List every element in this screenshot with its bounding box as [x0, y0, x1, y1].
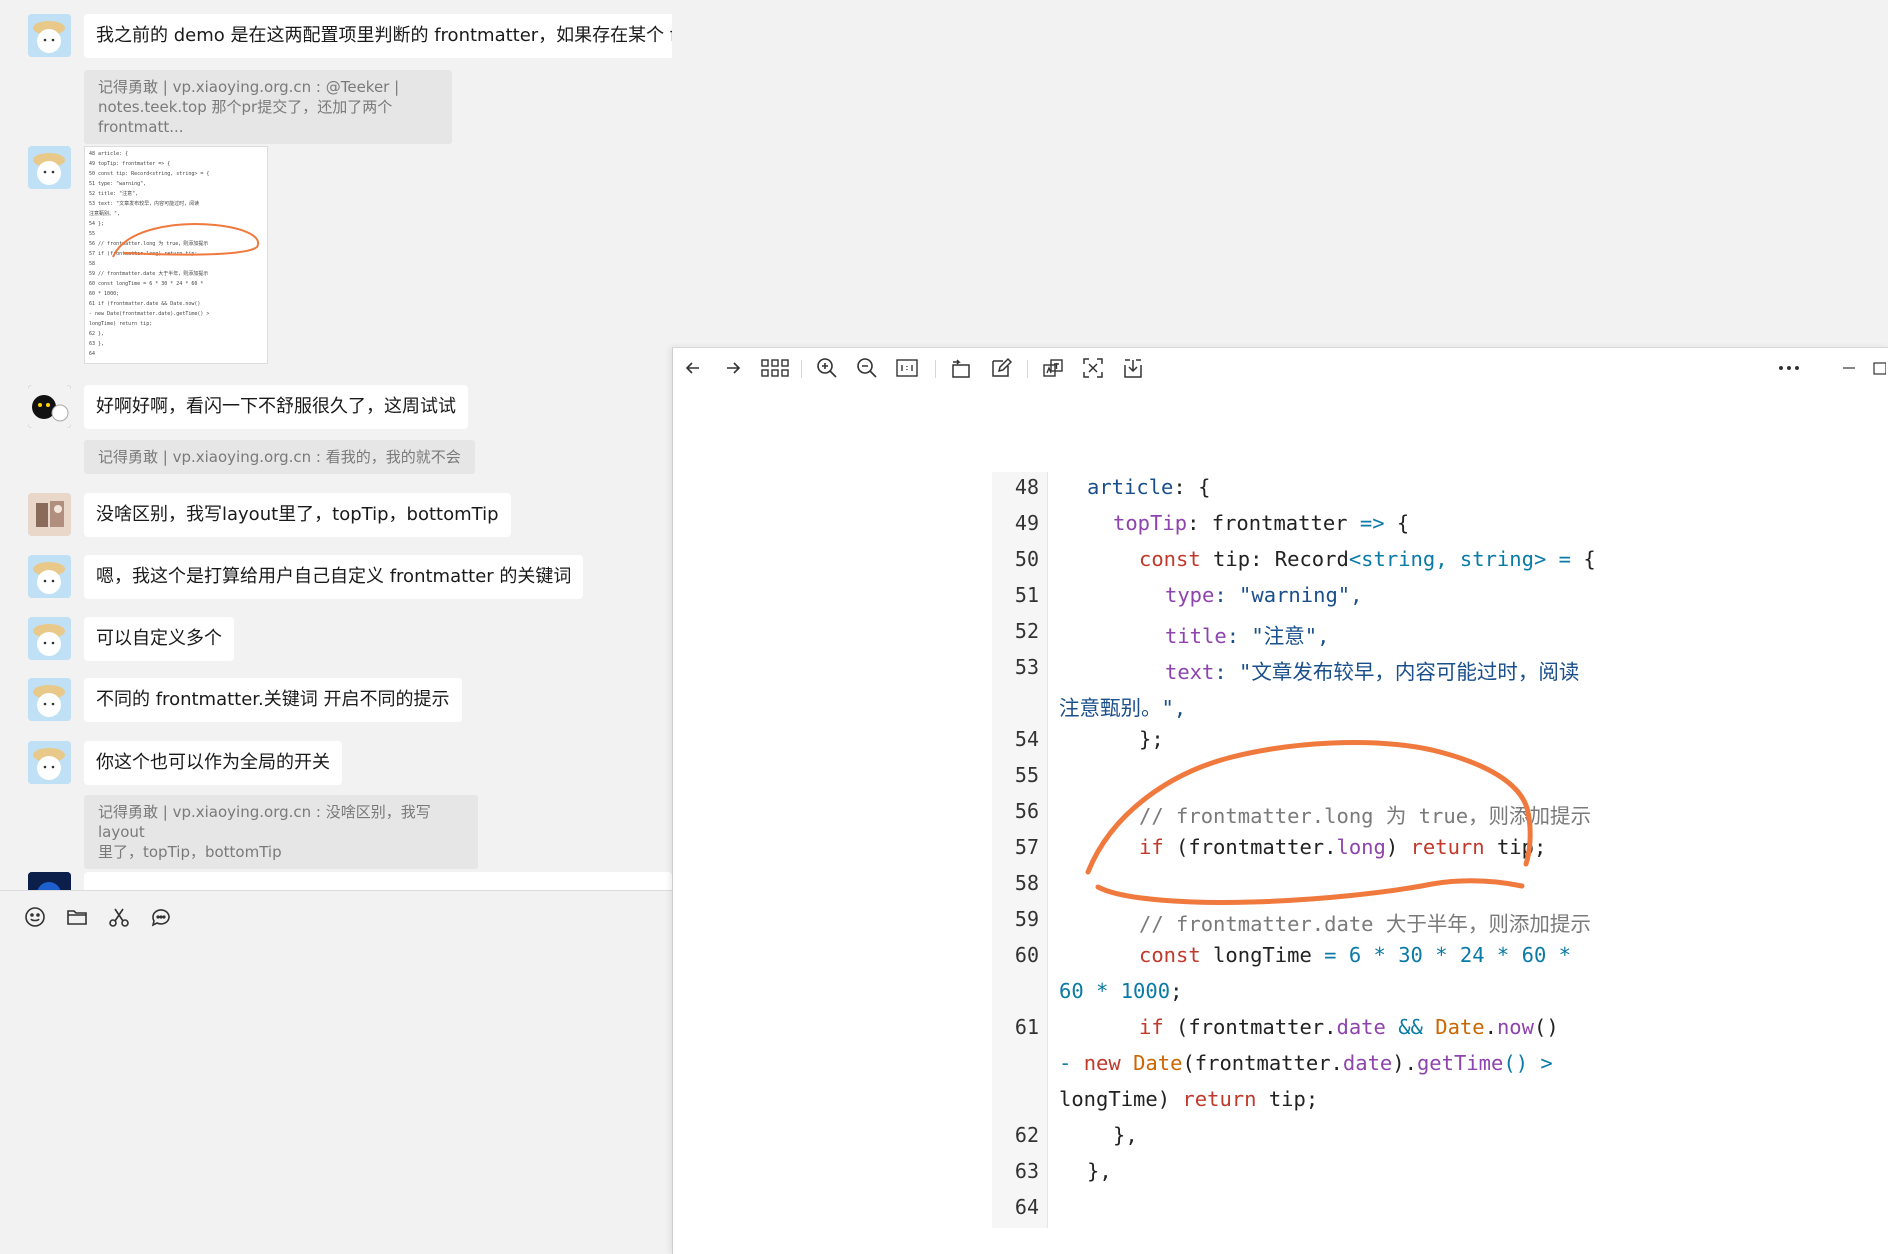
avatar[interactable] [28, 741, 71, 784]
message-bubble[interactable]: 我之前的 demo 是在这两配置项里判断的 frontmatter，如果存在某个… [84, 14, 672, 58]
ocr-icon[interactable] [1077, 348, 1109, 388]
quoted-reply[interactable]: 记得勇敢 | vp.xiaoying.org.cn : @Teeker | no… [84, 70, 452, 144]
thumb-code-line: 63 }, [89, 341, 105, 347]
thumb-code-line: 60 const longTime = 6 * 30 * 24 * 60 * [89, 281, 204, 287]
chat-history-icon[interactable] [148, 904, 174, 930]
avatar[interactable] [28, 493, 71, 536]
back-arrow-icon[interactable] [677, 348, 709, 388]
thumb-code-line: longTime) return tip; [89, 321, 153, 327]
grid-icon[interactable] [757, 348, 793, 388]
avatar[interactable] [28, 146, 71, 189]
thumb-code-line: 59 // frontmatter.date 大于半年，则添加提示 [89, 271, 209, 277]
quote-line: 记得勇敢 | vp.xiaoying.org.cn : 没啥区别，我写layou… [98, 803, 431, 841]
avatar[interactable] [28, 385, 71, 428]
message-bubble[interactable]: 好啊好啊，看闪一下不舒服很久了，这周试试 [84, 385, 468, 429]
thumb-code-line: 48 article: { [89, 151, 129, 157]
thumb-annotation-circle [112, 223, 260, 258]
thumb-code-line: 62 }, [89, 331, 105, 337]
image-viewer-window: 48 49 50 51 52 53 54 55 56 57 58 59 60 6… [672, 347, 1888, 1254]
thumb-code-line: 50 const tip: Record<string, string> = { [89, 171, 210, 177]
avatar[interactable] [28, 872, 71, 890]
message-bubble[interactable]: 可以自定义多个 [84, 617, 234, 661]
image-thumbnail[interactable]: 48 article: { 49 topTip: frontmatter => … [84, 146, 268, 364]
quoted-reply[interactable]: 记得勇敢 | vp.xiaoying.org.cn : 看我的，我的就不会 [84, 440, 475, 474]
folder-icon[interactable] [64, 904, 90, 930]
avatar[interactable] [28, 678, 71, 721]
chat-message-list[interactable]: 我之前的 demo 是在这两配置项里判断的 frontmatter，如果存在某个… [0, 0, 672, 890]
thumb-code-line: - new Date(frontmatter.date).getTime() > [89, 311, 210, 317]
toolbar-divider [801, 360, 802, 378]
message-bubble-partial[interactable] [84, 872, 672, 890]
zoom-in-icon[interactable] [811, 348, 843, 388]
thumb-code-line: 51 type: "warning", [89, 181, 147, 187]
thumb-code-line: 60 * 1000; [89, 291, 120, 297]
edit-icon[interactable] [985, 348, 1017, 388]
thumb-code-line: 52 title: "注意", [89, 191, 139, 197]
thumb-code-line: 54 }; [89, 221, 105, 227]
quote-line: 记得勇敢 | vp.xiaoying.org.cn : @Teeker | [98, 78, 400, 96]
rotate-icon[interactable] [945, 348, 977, 388]
annotation-circle [1085, 740, 1533, 905]
download-icon[interactable] [1117, 348, 1149, 388]
message-bubble[interactable]: 嗯，我这个是打算给用户自己自定义 frontmatter 的关键词 [84, 555, 584, 599]
thumb-code-line: 58 [89, 261, 96, 267]
compose-toolbar [22, 904, 174, 930]
thumb-code-line: 49 topTip: frontmatter => { [89, 161, 171, 167]
message-bubble[interactable]: 没啥区别，我写layout里了，topTip，bottomTip [84, 493, 511, 537]
quote-line: notes.teek.top 那个pr提交了，还加了两个frontmatt... [98, 98, 393, 136]
minimize-icon[interactable] [1833, 348, 1865, 388]
zoom-out-icon[interactable] [851, 348, 883, 388]
toolbar-divider [1027, 360, 1028, 378]
thumb-code-line: 55 [89, 231, 96, 237]
emoji-icon[interactable] [22, 904, 48, 930]
avatar[interactable] [28, 617, 71, 660]
translate-icon[interactable] [1037, 348, 1069, 388]
viewed-image[interactable]: 48 49 50 51 52 53 54 55 56 57 58 59 60 6… [992, 472, 1632, 1228]
compose-divider [0, 890, 672, 891]
toolbar-divider [935, 360, 936, 378]
forward-arrow-icon[interactable] [717, 348, 749, 388]
maximize-icon[interactable] [1869, 348, 1888, 388]
avatar[interactable] [28, 555, 71, 598]
thumb-code-line: 64 [89, 351, 96, 357]
scissors-icon[interactable] [106, 904, 132, 930]
quote-line: 里了，topTip，bottomTip [98, 843, 282, 861]
avatar[interactable] [28, 14, 71, 57]
actual-size-icon[interactable] [891, 348, 923, 388]
thumb-code-line: 注意甄别。", [89, 211, 121, 217]
thumb-code-line: 53 text: "文章发布较早，内容可能过时，阅读 [89, 201, 200, 207]
more-icon[interactable] [1773, 348, 1805, 388]
thumb-code-line: 61 if (frontmatter.date && Date.now() [89, 301, 201, 307]
message-bubble[interactable]: 不同的 frontmatter.关键词 开启不同的提示 [84, 678, 462, 722]
message-bubble[interactable]: 你这个也可以作为全局的开关 [84, 741, 342, 785]
quoted-reply[interactable]: 记得勇敢 | vp.xiaoying.org.cn : 没啥区别，我写layou… [84, 795, 478, 869]
